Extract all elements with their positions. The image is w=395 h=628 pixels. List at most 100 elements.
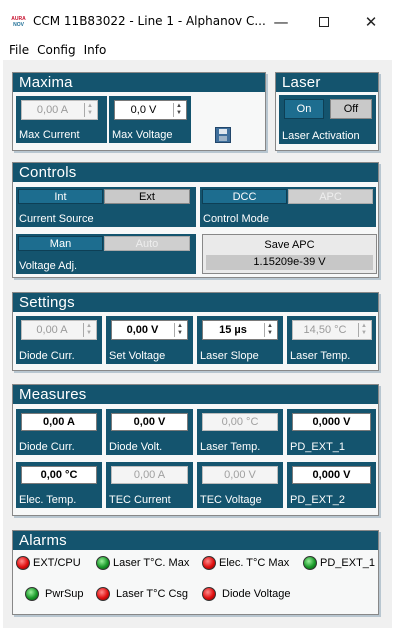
client-area: Maxima 0,00 A ▲ ▼ Max Current 0,0 V ▲ ▼ Ma… [3, 60, 392, 628]
settings-set-voltage-label: Set Voltage [109, 350, 166, 362]
app-logo-icon: AURA NOV [11, 16, 26, 28]
measure-elec-temp-label: Elec. Temp. [19, 494, 77, 506]
laser-temp-spinbox[interactable]: 14,50 °C ▲ ▼ [292, 320, 372, 340]
green-led-icon [303, 556, 317, 570]
max-current-label: Max Current [19, 129, 80, 141]
alarm-elec-temp-max: Elec. T°C Max [202, 556, 289, 570]
max-current-cell: 0,00 A ▲ ▼ Max Current [16, 96, 107, 143]
measure-laser-temp-label: Laser Temp. [200, 441, 261, 453]
man-button[interactable]: Man [18, 236, 103, 251]
laser-slope-spinbox[interactable]: 15 µs ▲ ▼ [202, 320, 278, 340]
alarm-diode-voltage: Diode Voltage [202, 587, 291, 601]
close-button[interactable]: ✕ [348, 8, 394, 36]
maximize-icon [319, 17, 329, 27]
alarms-title: Alarms [13, 531, 378, 550]
measure-laser-temp-cell: 0,00 °C Laser Temp. [197, 409, 283, 455]
save-apc-button[interactable]: Save APC 1.15209e-39 V [202, 234, 377, 274]
measure-pd-ext-1-cell: 0,000 V PD_EXT_1 [287, 409, 376, 455]
save-apc-label: Save APC [264, 239, 315, 251]
measure-tec-voltage-cell: 0,00 V TEC Voltage [197, 462, 283, 508]
measure-tec-current-value: 0,00 A [111, 466, 188, 484]
controls-panel: Controls Int Ext Current Source DCC APC … [12, 162, 379, 278]
laser-on-button[interactable]: On [284, 99, 324, 119]
max-current-spinbox[interactable]: 0,00 A ▲ ▼ [21, 100, 98, 120]
green-led-icon [25, 587, 39, 601]
measure-laser-temp-value: 0,00 °C [202, 413, 278, 431]
measure-diode-curr-value: 0,00 A [21, 413, 97, 431]
title-bar: AURA NOV CCM 11B83022 - Line 1 - Alphano… [0, 0, 395, 40]
menu-config[interactable]: Config [37, 43, 76, 57]
spin-arrows-icon[interactable]: ▲ ▼ [173, 103, 184, 117]
max-voltage-spinbox[interactable]: 0,0 V ▲ ▼ [114, 100, 187, 120]
maxima-panel: Maxima 0,00 A ▲ ▼ Max Current 0,0 V ▲ ▼ Ma… [12, 72, 266, 151]
alarm-pwrsup: PwrSup [25, 587, 84, 601]
minimize-button[interactable]: — [258, 8, 304, 36]
settings-set-voltage-cell: 0,00 V ▲ ▼ Set Voltage [106, 316, 193, 364]
maxima-title: Maxima [13, 73, 265, 92]
settings-laser-temp-cell: 14,50 °C ▲ ▼ Laser Temp. [287, 316, 376, 364]
alarms-panel: Alarms EXT/CPU Laser T°C. Max Elec. T°C … [12, 530, 379, 615]
max-voltage-label: Max Voltage [112, 129, 173, 141]
current-source-label: Current Source [19, 213, 94, 225]
laser-panel: Laser On Off Laser Activation [275, 72, 379, 151]
maximize-button[interactable] [301, 8, 347, 36]
int-button[interactable]: Int [18, 189, 103, 204]
measure-diode-volt-value: 0,00 V [111, 413, 188, 431]
measure-pd-ext-1-label: PD_EXT_1 [290, 441, 346, 453]
controls-title: Controls [13, 163, 378, 182]
settings-diode-curr-label: Diode Curr. [19, 350, 75, 362]
laser-activation-cell: On Off Laser Activation [279, 95, 376, 144]
dcc-button[interactable]: DCC [202, 189, 287, 204]
alarm-pd-ext-1: PD_EXT_1 [303, 556, 375, 570]
auto-button[interactable]: Auto [104, 236, 190, 251]
ext-button[interactable]: Ext [104, 189, 190, 204]
measure-tec-voltage-value: 0,00 V [202, 466, 278, 484]
measure-pd-ext-2-label: PD_EXT_2 [290, 494, 346, 506]
max-voltage-cell: 0,0 V ▲ ▼ Max Voltage [109, 96, 191, 143]
settings-diode-curr-cell: 0,00 A ▲ ▼ Diode Curr. [16, 316, 102, 364]
save-apc-value: 1.15209e-39 V [206, 255, 373, 270]
settings-laser-slope-cell: 15 µs ▲ ▼ Laser Slope [197, 316, 283, 364]
measure-elec-temp-value: 0,00 °C [21, 466, 97, 484]
settings-laser-temp-label: Laser Temp. [290, 350, 351, 362]
alarm-laser-temp-max: Laser T°C. Max [96, 556, 189, 570]
red-led-icon [16, 556, 30, 570]
measure-diode-curr-cell: 0,00 A Diode Curr. [16, 409, 102, 455]
voltage-adj-cell: Man Auto Voltage Adj. [16, 234, 196, 274]
set-voltage-spinbox[interactable]: 0,00 V ▲ ▼ [111, 320, 188, 340]
alarm-ext-cpu: EXT/CPU [16, 556, 81, 570]
measures-panel: Measures 0,00 A Diode Curr. 0,00 V Diode… [12, 384, 379, 516]
floppy-disk-icon[interactable] [215, 127, 231, 143]
measures-title: Measures [13, 385, 378, 404]
settings-panel: Settings 0,00 A ▲ ▼ Diode Curr. 0,00 V ▲ ▼… [12, 292, 379, 371]
green-led-icon [96, 556, 110, 570]
measure-elec-temp-cell: 0,00 °C Elec. Temp. [16, 462, 102, 508]
red-led-icon [202, 587, 216, 601]
alarm-laser-temp-csg: Laser T°C Csg [96, 587, 188, 601]
spin-arrows-icon[interactable]: ▲ ▼ [83, 323, 94, 337]
settings-title: Settings [13, 293, 378, 312]
spin-arrows-icon[interactable]: ▲ ▼ [174, 323, 185, 337]
control-mode-cell: DCC APC Control Mode [200, 187, 376, 227]
menu-bar: File Config Info [0, 40, 395, 60]
measure-tec-voltage-label: TEC Voltage [200, 494, 262, 506]
measure-pd-ext-2-cell: 0,000 V PD_EXT_2 [287, 462, 376, 508]
laser-title: Laser [276, 73, 378, 92]
diode-curr-spinbox[interactable]: 0,00 A ▲ ▼ [21, 320, 97, 340]
measure-tec-current-label: TEC Current [109, 494, 171, 506]
settings-laser-slope-label: Laser Slope [200, 350, 259, 362]
laser-activation-label: Laser Activation [282, 130, 360, 142]
voltage-adj-label: Voltage Adj. [19, 260, 78, 272]
red-led-icon [96, 587, 110, 601]
menu-info[interactable]: Info [84, 43, 107, 57]
spin-arrows-icon[interactable]: ▲ ▼ [264, 323, 275, 337]
spin-arrows-icon[interactable]: ▲ ▼ [84, 103, 95, 117]
measure-pd-ext-1-value: 0,000 V [292, 413, 371, 431]
apc-button[interactable]: APC [288, 189, 373, 204]
control-mode-label: Control Mode [203, 213, 270, 225]
spin-arrows-icon[interactable]: ▲ ▼ [358, 323, 369, 337]
laser-off-button[interactable]: Off [330, 99, 372, 119]
measure-tec-current-cell: 0,00 A TEC Current [106, 462, 193, 508]
measure-diode-volt-label: Diode Volt. [109, 441, 163, 453]
menu-file[interactable]: File [9, 43, 29, 57]
